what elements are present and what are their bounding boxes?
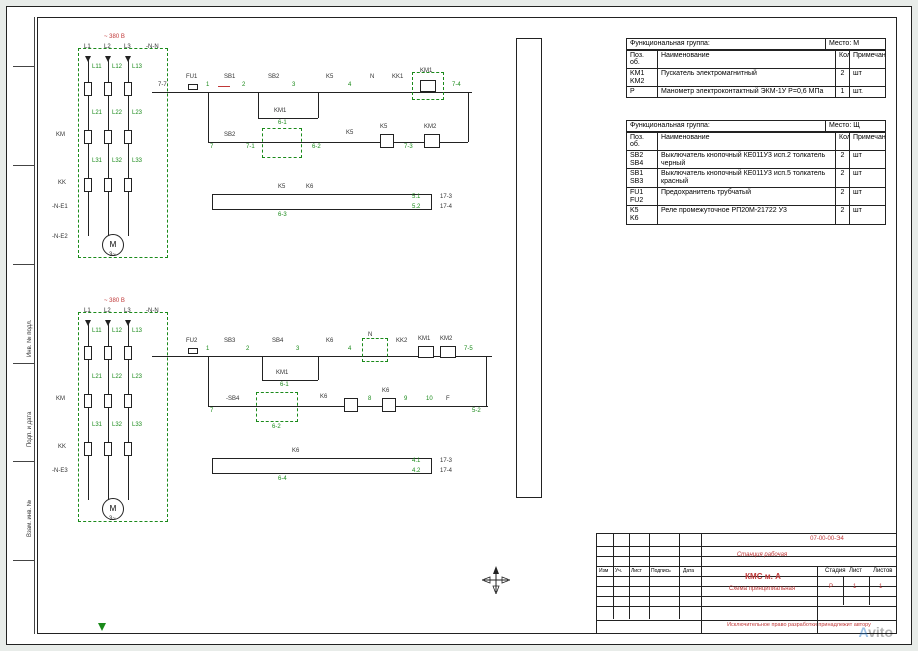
table-row: SB2 SB4 Выключатель кнопочный КЕ011У3 ис… xyxy=(627,150,885,168)
coil-k6 xyxy=(382,398,396,412)
col-kol: Кол xyxy=(835,51,849,68)
fuse-fu1 xyxy=(188,84,198,90)
terminal-strip-bottom xyxy=(212,458,432,474)
km-label: KM xyxy=(56,132,65,138)
table-row: K5 K6 Реле промежуточное РП20М-21722 У3 … xyxy=(627,205,885,223)
table-title: Функциональная группа: xyxy=(627,121,825,131)
table-title: Функциональная группа: xyxy=(627,39,825,49)
relay-kk xyxy=(84,178,92,192)
col-prim: Примечание xyxy=(849,51,885,68)
table-row: KM1 KM2 Пускатель электромагнитный 2 шт xyxy=(627,68,885,86)
power-dashbox-bottom xyxy=(78,312,168,522)
coil-km2-b xyxy=(440,346,456,358)
terminal-strip-top xyxy=(212,194,432,210)
col-pos: Поз. об. xyxy=(627,51,657,68)
margin-label: Инв. № подл. xyxy=(27,320,33,357)
table-row: SB1 SB3 Выключатель кнопочный КЕ011У3 ис… xyxy=(627,168,885,186)
sb4-box xyxy=(256,392,298,422)
col-name: Наименование xyxy=(657,51,835,68)
north-arrow-icon xyxy=(482,566,510,594)
schematic-top: ~ 380 В L1 L2 L3 -N-N L11 L12 L13 L21 L2… xyxy=(78,34,508,284)
doc-number: 07-00-00-Э4 xyxy=(767,536,887,542)
project-title: КМС м. А xyxy=(713,572,813,581)
drawing-frame: ~ 380 В L1 L2 L3 -N-N L11 L12 L13 L21 L2… xyxy=(37,17,897,634)
title-block: 07-00-00-Э4 Станция рабочая КМС м. А Схе… xyxy=(596,533,896,633)
drawing-sheet: Взам. инв. № Подп. и дата Инв. № подл. ~… xyxy=(6,6,912,645)
power-dashbox-top xyxy=(78,48,168,258)
table-row: FU1 FU2 Предохранитель трубчатый 2 шт xyxy=(627,187,885,205)
coil-km2 xyxy=(424,134,440,148)
watermark: AAvitovito xyxy=(859,624,893,640)
table-row: P Манометр электроконтактный ЭКМ-1У Р=0,… xyxy=(627,86,885,97)
center-divider xyxy=(516,38,542,498)
spec-table-2: Функциональная группа: Место: Щ Поз. об.… xyxy=(626,120,886,225)
contactor-km1 xyxy=(84,130,92,144)
coil-km1-b xyxy=(418,346,434,358)
green-arrow-icon xyxy=(98,623,106,631)
left-margin-ruler: Взам. инв. № Подп. и дата Инв. № подл. xyxy=(13,17,35,634)
spec-table-1: Функциональная группа: Место: М Поз. об.… xyxy=(626,38,886,98)
margin-label: Взам. инв. № xyxy=(27,500,33,537)
fuse-fu2 xyxy=(188,348,198,354)
voltage-label: ~ 380 В xyxy=(104,34,125,40)
schematic-bottom: ~ 380 В L1 L2 L3 -N-N L11 L12 L13 L21 L2… xyxy=(78,298,508,548)
margin-label: Подп. и дата xyxy=(27,412,33,447)
sb2-box xyxy=(262,128,302,158)
